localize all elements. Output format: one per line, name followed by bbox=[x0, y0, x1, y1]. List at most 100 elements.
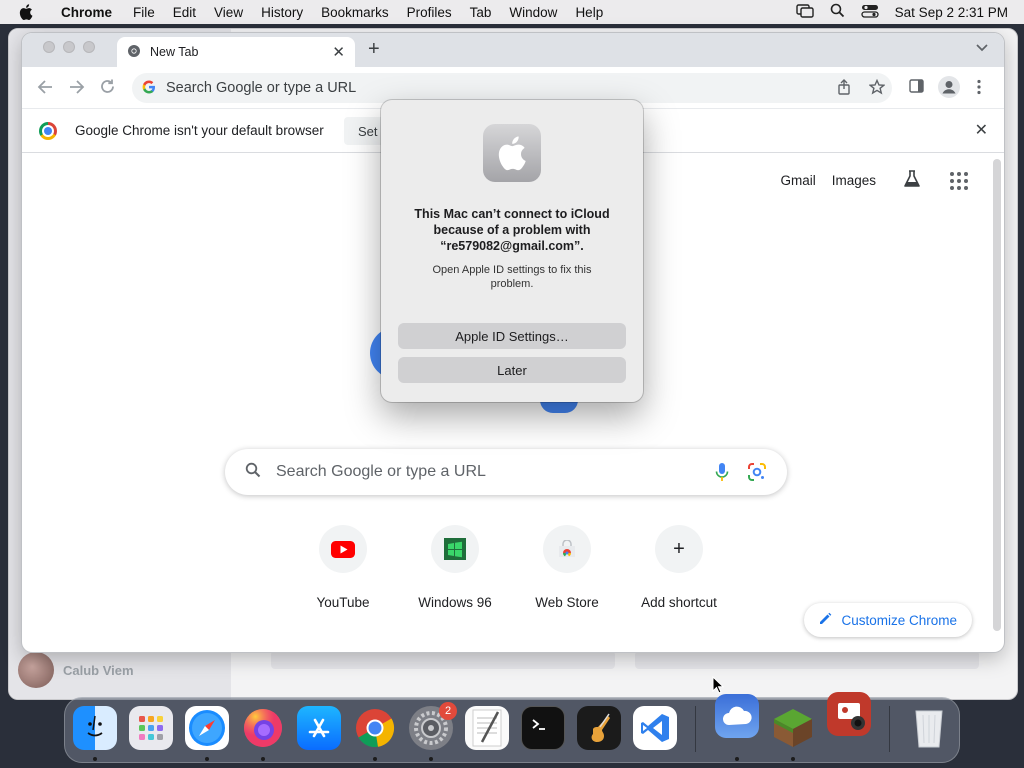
new-tab-button[interactable]: + bbox=[368, 38, 380, 61]
customize-chrome-label: Customize Chrome bbox=[841, 612, 957, 628]
menu-clock[interactable]: Sat Sep 2 2:31 PM bbox=[895, 5, 1008, 20]
side-panel-icon[interactable] bbox=[909, 79, 924, 97]
apple-menu-icon[interactable] bbox=[0, 4, 52, 20]
textedit-icon[interactable] bbox=[465, 706, 509, 750]
shortcut-label: Add shortcut bbox=[641, 595, 717, 610]
chrome-favicon-icon bbox=[127, 44, 141, 61]
tab-new-tab[interactable]: New Tab ✕ bbox=[117, 37, 355, 67]
weather-icon[interactable] bbox=[715, 694, 759, 738]
menu-history[interactable]: History bbox=[252, 5, 312, 20]
user-profile[interactable]: Calub Viem bbox=[18, 652, 134, 688]
running-indicator bbox=[373, 757, 377, 761]
running-indicator bbox=[735, 757, 739, 761]
avatar bbox=[18, 652, 54, 688]
close-window-button[interactable] bbox=[43, 41, 55, 53]
close-tab-icon[interactable]: ✕ bbox=[332, 43, 345, 61]
google-lens-icon[interactable] bbox=[747, 462, 767, 487]
shortcut-youtube[interactable]: YouTube bbox=[287, 525, 399, 610]
forward-button[interactable] bbox=[69, 79, 85, 99]
more-menu-icon[interactable] bbox=[977, 79, 981, 99]
running-indicator bbox=[205, 757, 209, 761]
dock-separator bbox=[695, 706, 696, 752]
youtube-icon bbox=[319, 525, 367, 573]
bookmark-star-icon[interactable] bbox=[868, 78, 886, 99]
apple-logo-icon bbox=[483, 124, 541, 182]
tab-strip: New Tab ✕ + bbox=[22, 33, 1004, 67]
back-button[interactable] bbox=[37, 79, 53, 99]
menu-file[interactable]: File bbox=[124, 5, 164, 20]
menu-app-name[interactable]: Chrome bbox=[52, 5, 124, 20]
address-bar-placeholder: Search Google or type a URL bbox=[166, 80, 357, 96]
zoom-window-button[interactable] bbox=[83, 41, 95, 53]
safari-icon[interactable] bbox=[185, 706, 229, 750]
menu-tab[interactable]: Tab bbox=[461, 5, 501, 20]
windows96-icon bbox=[431, 525, 479, 573]
gmail-link[interactable]: Gmail bbox=[780, 173, 815, 188]
shortcut-grid: YouTube Windows 96 Web Store + Add short… bbox=[287, 525, 735, 610]
chrome-logo-icon bbox=[39, 122, 57, 140]
terminal-icon[interactable] bbox=[521, 706, 565, 750]
tab-title: New Tab bbox=[150, 45, 199, 59]
images-link[interactable]: Images bbox=[832, 173, 876, 188]
shortcut-label: YouTube bbox=[316, 595, 370, 610]
menu-profiles[interactable]: Profiles bbox=[398, 5, 461, 20]
reload-button[interactable] bbox=[100, 79, 115, 99]
photo-booth-icon[interactable] bbox=[827, 692, 871, 736]
tab-search-chevron-icon[interactable] bbox=[976, 41, 988, 55]
launchpad-icon[interactable] bbox=[129, 706, 173, 750]
control-center-icon[interactable] bbox=[861, 4, 879, 21]
customize-chrome-button[interactable]: Customize Chrome bbox=[804, 603, 972, 637]
infobar-message: Google Chrome isn't your default browser bbox=[75, 123, 324, 138]
icloud-alert-dialog: This Mac can’t connect to iCloud because… bbox=[381, 100, 643, 402]
voice-search-mic-icon[interactable] bbox=[715, 462, 729, 487]
background-row bbox=[635, 651, 979, 669]
trash-icon[interactable] bbox=[907, 706, 951, 750]
background-row bbox=[271, 651, 615, 669]
visual-studio-code-icon[interactable] bbox=[633, 706, 677, 750]
garageband-icon[interactable] bbox=[577, 706, 621, 750]
running-indicator bbox=[791, 757, 795, 761]
plus-icon: + bbox=[655, 525, 703, 573]
shortcut-add[interactable]: + Add shortcut bbox=[623, 525, 735, 610]
close-infobar-icon[interactable]: ✕ bbox=[975, 120, 988, 140]
webstore-icon bbox=[543, 525, 591, 573]
mouse-pointer-icon bbox=[712, 675, 725, 699]
running-indicator bbox=[93, 757, 97, 761]
labs-flask-icon[interactable] bbox=[902, 169, 922, 192]
firefox-icon[interactable] bbox=[241, 706, 285, 750]
shortcut-web-store[interactable]: Web Store bbox=[511, 525, 623, 610]
menu-bookmarks[interactable]: Bookmarks bbox=[312, 5, 398, 20]
alert-title: This Mac can’t connect to iCloud because… bbox=[414, 207, 610, 253]
shortcut-windows-96[interactable]: Windows 96 bbox=[399, 525, 511, 610]
ntp-top-links: Gmail Images bbox=[780, 169, 968, 192]
dock-separator bbox=[889, 706, 890, 752]
user-name: Calub Viem bbox=[63, 662, 134, 678]
finder-icon[interactable] bbox=[73, 706, 117, 750]
pencil-icon bbox=[819, 612, 832, 628]
menu-bar: Chrome File Edit View History Bookmarks … bbox=[0, 0, 1024, 24]
minimize-window-button[interactable] bbox=[63, 41, 75, 53]
app-store-icon[interactable] bbox=[297, 706, 341, 750]
menu-help[interactable]: Help bbox=[566, 5, 612, 20]
spotlight-search-icon[interactable] bbox=[830, 3, 845, 21]
later-button[interactable]: Later bbox=[398, 357, 626, 383]
menu-edit[interactable]: Edit bbox=[164, 5, 205, 20]
minecraft-icon[interactable] bbox=[771, 706, 815, 750]
menu-view[interactable]: View bbox=[205, 5, 252, 20]
google-chrome-icon[interactable] bbox=[353, 706, 397, 750]
address-bar[interactable]: Search Google or type a URL bbox=[132, 73, 892, 103]
ntp-search-box[interactable]: Search Google or type a URL bbox=[225, 449, 787, 495]
running-indicator bbox=[429, 757, 433, 761]
alert-message: Open Apple ID settings to fix this probl… bbox=[432, 264, 592, 290]
system-settings-icon[interactable]: 2 bbox=[409, 702, 457, 750]
google-g-icon bbox=[142, 80, 156, 97]
scrollbar[interactable] bbox=[993, 159, 1001, 631]
screen-mirroring-icon[interactable] bbox=[795, 3, 814, 21]
running-indicator bbox=[261, 757, 265, 761]
google-apps-icon[interactable] bbox=[950, 171, 968, 190]
notification-badge: 2 bbox=[439, 702, 457, 720]
profile-avatar-icon[interactable] bbox=[938, 76, 960, 102]
share-icon[interactable] bbox=[837, 79, 851, 99]
menu-window[interactable]: Window bbox=[500, 5, 566, 20]
apple-id-settings-button[interactable]: Apple ID Settings… bbox=[398, 323, 626, 349]
